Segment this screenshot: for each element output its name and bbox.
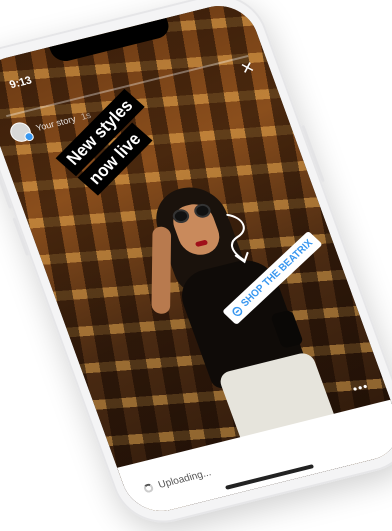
story-progress-fill <box>5 115 7 118</box>
model-arm <box>151 225 172 315</box>
stage: 9:13 Your story 1s ✕ New styles now live <box>0 0 392 531</box>
phone-screen: 9:13 Your story 1s ✕ New styles now live <box>0 0 392 519</box>
home-indicator[interactable] <box>224 464 315 490</box>
phone-frame: 9:13 Your story 1s ✕ New styles now live <box>0 0 392 531</box>
upload-status: Uploading... <box>156 467 213 491</box>
phone-side-button <box>12 217 30 256</box>
loading-spinner-icon <box>142 482 155 494</box>
link-icon <box>232 306 242 316</box>
